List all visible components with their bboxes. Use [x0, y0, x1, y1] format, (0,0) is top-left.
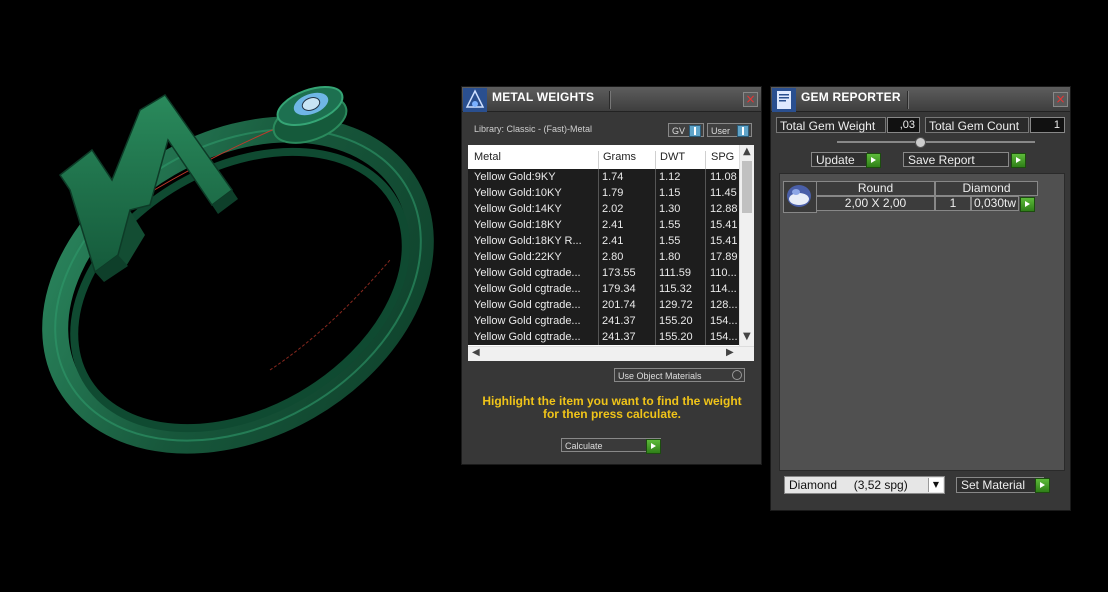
col-dwt[interactable]: DWT: [660, 151, 685, 163]
material-select-value: Diamond (3,52 spg): [789, 478, 908, 492]
calculate-go-icon[interactable]: [646, 439, 661, 454]
gem-size: 2,00 X 2,00: [816, 196, 935, 211]
set-material-label: Set Material: [961, 478, 1026, 492]
col-grams[interactable]: Grams: [603, 151, 636, 163]
radio-icon: [732, 370, 742, 380]
round-diamond-icon: [787, 185, 811, 207]
gem-count: 1: [935, 196, 971, 211]
table-row[interactable]: Yellow Gold:10KY 1.79 1.15 11.45: [468, 185, 740, 201]
slider-track[interactable]: [837, 141, 1035, 143]
toggle-knob-icon: [689, 125, 701, 137]
table-row[interactable]: Yellow Gold:9KY 1.74 1.12 11.08: [468, 169, 740, 185]
table-row[interactable]: Yellow Gold:14KY 2.02 1.30 12.88: [468, 201, 740, 217]
metal-weights-title: METAL WEIGHTS: [492, 90, 595, 104]
table-body: Yellow Gold:9KY 1.74 1.12 11.08 Yellow Gold…: [468, 169, 740, 345]
library-label: Library: Classic - (Fast)-Metal: [474, 124, 593, 134]
metal-table[interactable]: Metal Grams DWT SPG Yellow Gold:9KY 1.74 1…: [468, 145, 754, 361]
vertical-scrollbar[interactable]: ▲ ▼: [739, 145, 754, 347]
table-row[interactable]: Yellow Gold cgtrade... 241.37 155.20 154...: [468, 329, 740, 345]
use-object-materials-toggle[interactable]: Use Object Materials: [614, 368, 745, 382]
gem-weight: 0,030tw: [971, 196, 1019, 211]
calculate-label: Calculate: [565, 441, 603, 451]
scroll-down-icon[interactable]: ▼: [743, 331, 751, 342]
table-row[interactable]: Yellow Gold:22KY 2.80 1.80 17.89: [468, 249, 740, 265]
metal-weights-panel: METAL WEIGHTS × Library: Classic - (Fast…: [461, 86, 762, 465]
user-toggle[interactable]: User: [707, 123, 752, 137]
user-toggle-label: User: [711, 126, 731, 136]
instruction-text: Highlight the item you want to find the …: [472, 395, 752, 421]
gem-reporter-title: GEM REPORTER: [801, 90, 901, 104]
scroll-thumb[interactable]: [742, 161, 752, 213]
slider-handle[interactable]: [915, 137, 926, 148]
ring-model: [42, 85, 434, 454]
table-row[interactable]: Yellow Gold cgtrade... 173.55 111.59 110...: [468, 265, 740, 281]
toggle-knob-icon: [737, 125, 749, 137]
gem-reporter-panel: GEM REPORTER × Total Gem Weight ,03 Tota…: [770, 86, 1071, 511]
3d-viewport[interactable]: [0, 0, 455, 587]
save-report-go-icon[interactable]: [1011, 153, 1026, 168]
material-select[interactable]: Diamond (3,52 spg) ▼: [784, 476, 945, 494]
save-report-button[interactable]: Save Report: [903, 152, 1009, 167]
set-material-go-icon[interactable]: [1035, 478, 1050, 493]
close-icon[interactable]: ×: [1053, 92, 1068, 107]
gem-thumbnail[interactable]: [783, 181, 817, 213]
update-button[interactable]: Update: [811, 152, 867, 167]
gem-type: Diamond: [935, 181, 1038, 196]
table-header: Metal Grams DWT SPG: [468, 145, 740, 175]
gem-list-area[interactable]: Round Diamond 2,00 X 2,00 1 0,030tw: [779, 173, 1065, 471]
close-icon[interactable]: ×: [743, 92, 758, 107]
total-gem-count-value: 1: [1030, 117, 1065, 133]
update-go-icon[interactable]: [866, 153, 881, 168]
save-report-label: Save Report: [908, 153, 975, 167]
gem-reporter-titlebar[interactable]: GEM REPORTER ×: [771, 87, 1070, 112]
total-gem-count-label: Total Gem Count: [925, 117, 1029, 133]
table-row[interactable]: Yellow Gold cgtrade... 201.74 129.72 128...: [468, 297, 740, 313]
titlebar-divider: [907, 91, 909, 109]
col-metal[interactable]: Metal: [474, 151, 501, 163]
total-gem-weight-value: ,03: [887, 117, 920, 133]
col-spg[interactable]: SPG: [711, 151, 734, 163]
set-material-button[interactable]: Set Material: [956, 477, 1044, 493]
use-object-materials-label: Use Object Materials: [618, 371, 702, 381]
table-row[interactable]: Yellow Gold cgtrade... 241.37 155.20 154...: [468, 313, 740, 329]
report-app-icon: [772, 88, 796, 112]
scroll-up-icon[interactable]: ▲: [743, 146, 751, 157]
horizontal-scrollbar[interactable]: ◀ ▶: [468, 346, 754, 361]
titlebar-divider: [609, 91, 611, 109]
scroll-right-icon[interactable]: ▶: [726, 347, 734, 358]
scale-app-icon: [463, 88, 487, 112]
total-gem-weight-label: Total Gem Weight: [776, 117, 886, 133]
gv-toggle-label: GV: [672, 126, 686, 136]
gv-toggle[interactable]: GV: [668, 123, 704, 137]
table-row[interactable]: Yellow Gold:18KY R... 2.41 1.55 15.41: [468, 233, 740, 249]
chevron-down-icon[interactable]: ▼: [928, 478, 943, 492]
metal-weights-titlebar[interactable]: METAL WEIGHTS ×: [462, 87, 761, 112]
instruction-line-2: for then press calculate.: [542, 407, 682, 421]
table-row[interactable]: Yellow Gold cgtrade... 179.34 115.32 114...: [468, 281, 740, 297]
gem-shape: Round: [816, 181, 935, 196]
table-row[interactable]: Yellow Gold:18KY 2.41 1.55 15.41: [468, 217, 740, 233]
update-label: Update: [816, 153, 855, 167]
gem-row-go-icon[interactable]: [1020, 197, 1035, 212]
scroll-left-icon[interactable]: ◀: [472, 347, 480, 358]
